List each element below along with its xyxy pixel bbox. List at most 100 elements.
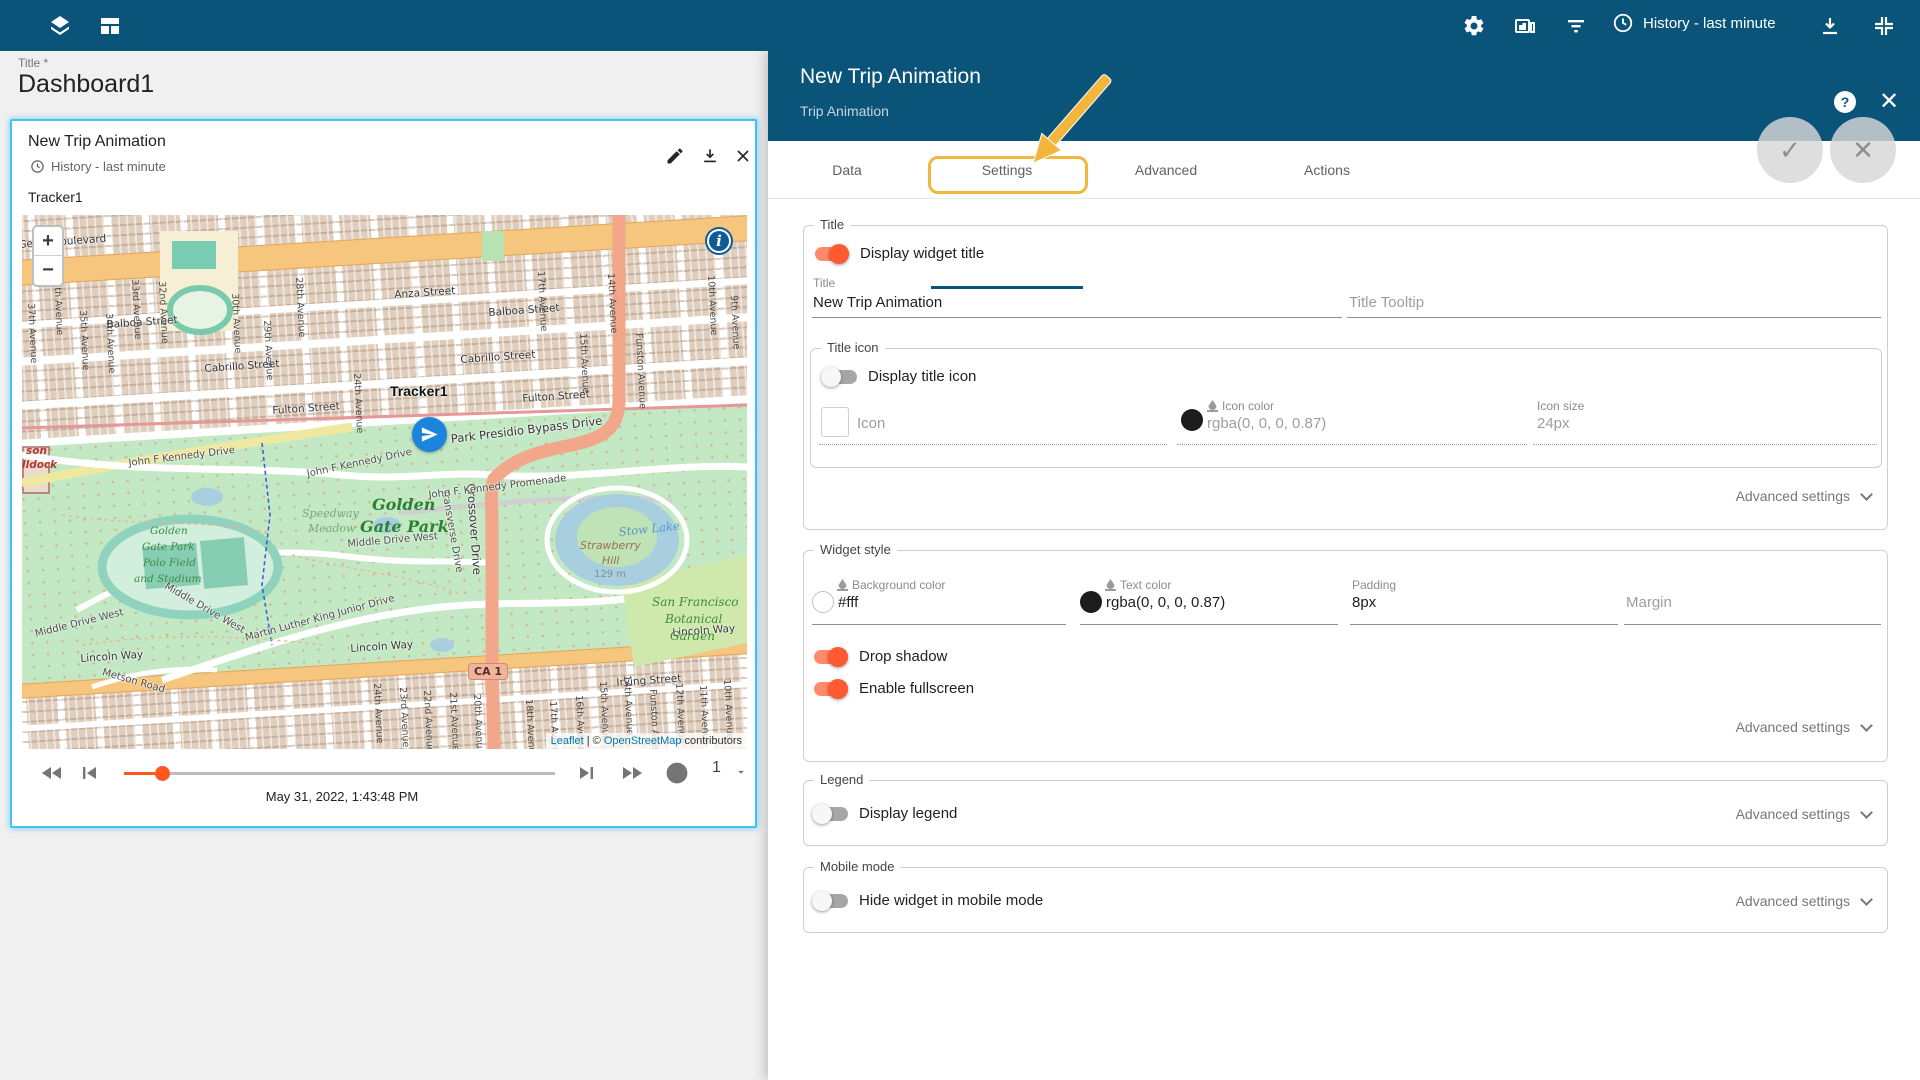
map[interactable]: Geary BoulevardAnza StreetBalboa StreetB…	[22, 215, 747, 749]
trip-animation-widget[interactable]: New Trip Animation History - last minute…	[10, 119, 757, 828]
title-field-value[interactable]: New Trip Animation	[813, 294, 942, 311]
download-icon[interactable]	[1818, 14, 1842, 38]
timeline-slider[interactable]	[124, 763, 555, 783]
send-icon	[420, 425, 439, 444]
settings-gear-icon[interactable]	[1462, 14, 1486, 38]
skip-next-icon[interactable]	[575, 761, 599, 785]
widget-datasource-label: Tracker1	[28, 189, 83, 205]
check-icon: ✓	[1779, 135, 1801, 166]
osm-link[interactable]: OpenStreetMap	[604, 735, 682, 747]
mobile-mode-legend: Mobile mode	[814, 859, 900, 874]
enable-fullscreen-label: Enable fullscreen	[859, 680, 974, 697]
drop-shadow-toggle[interactable]	[812, 647, 848, 667]
skip-previous-icon[interactable]	[77, 761, 101, 785]
tab-settings[interactable]: Settings	[932, 141, 1082, 199]
icon-size-value[interactable]: 24px	[1537, 415, 1570, 432]
entities-icon[interactable]	[1513, 14, 1537, 38]
title-icon-legend: Title icon	[821, 340, 885, 355]
title-tooltip-input[interactable]: Title Tooltip	[1349, 294, 1424, 311]
padding-value[interactable]: 8px	[1352, 594, 1376, 611]
speed-dropdown-icon[interactable]	[734, 765, 748, 784]
text-color-value[interactable]: rgba(0, 0, 0, 0.87)	[1106, 594, 1225, 611]
icon-color-value[interactable]: rgba(0, 0, 0, 0.87)	[1207, 415, 1326, 432]
icon-color-swatch[interactable]	[1181, 409, 1203, 431]
display-title-icon-label: Display title icon	[868, 368, 976, 385]
icon-size-underline	[1533, 444, 1877, 445]
title-field-underline	[812, 317, 1342, 318]
tab-bar: Data Settings Advanced Actions	[768, 141, 1920, 199]
apply-fab-button[interactable]: ✓	[1757, 117, 1823, 183]
zoom-in-button[interactable]: +	[34, 227, 62, 256]
close-drawer-button[interactable]: ✕	[1876, 89, 1902, 115]
map-attribution: Leaflet | © OpenStreetMap contributors	[546, 733, 747, 749]
dashboard-title-input[interactable]: Dashboard1	[18, 70, 154, 99]
hide-widget-mobile-label: Hide widget in mobile mode	[859, 892, 1043, 909]
map-label: 129 m	[594, 569, 626, 580]
background-color-value[interactable]: #fff	[838, 594, 858, 611]
timewindow-label: History - last minute	[1643, 15, 1776, 32]
icon-field[interactable]: Icon	[857, 415, 885, 432]
map-label: lldock	[22, 459, 57, 471]
help-button[interactable]: ?	[1834, 91, 1856, 113]
filter-icon[interactable]	[1564, 14, 1588, 38]
legend-section: Legend Display legend Advanced settings	[803, 780, 1888, 846]
map-label: Meadow	[308, 522, 355, 535]
close-widget-icon[interactable]	[733, 146, 753, 166]
top-toolbar: History - last minute	[0, 0, 1920, 51]
fast-forward-icon[interactable]	[620, 761, 644, 785]
mobile-advanced-settings[interactable]: Advanced settings	[1736, 893, 1871, 909]
help-icon: ?	[1841, 94, 1850, 110]
tracker-map-label: Tracker1	[390, 383, 448, 399]
color-fill-icon	[1105, 579, 1116, 591]
background-color-label: Background color	[837, 578, 945, 592]
layers-icon[interactable]	[48, 14, 72, 38]
tab-actions[interactable]: Actions	[1252, 141, 1402, 199]
slider-thumb[interactable]	[155, 766, 170, 781]
color-fill-icon	[837, 579, 848, 591]
enable-fullscreen-toggle[interactable]	[812, 679, 848, 699]
cancel-fab-button[interactable]: ✕	[1830, 117, 1896, 183]
fast-rewind-icon[interactable]	[40, 761, 64, 785]
zoom-out-button[interactable]: −	[34, 256, 62, 285]
map-label: Gate Park	[142, 541, 195, 553]
leaflet-link[interactable]: Leaflet	[551, 735, 584, 747]
dashboards-icon[interactable]	[98, 14, 122, 38]
drawer-header: New Trip Animation Trip Animation ? ✕	[768, 51, 1920, 141]
widget-download-icon[interactable]	[700, 146, 720, 166]
display-legend-toggle[interactable]	[812, 804, 848, 824]
dashboard-area: Title * Dashboard1 New Trip Animation Hi…	[0, 51, 768, 1080]
text-color-swatch[interactable]	[1080, 591, 1102, 613]
map-label: Polo Field	[143, 557, 196, 569]
tooltip-field-underline	[1347, 317, 1881, 318]
info-icon: i	[716, 232, 722, 250]
style-advanced-settings[interactable]: Advanced settings	[1736, 719, 1871, 735]
attribution-separator: | ©	[584, 735, 604, 747]
edit-widget-icon[interactable]	[665, 146, 685, 166]
bg-underline	[812, 624, 1066, 625]
display-legend-label: Display legend	[859, 805, 957, 822]
exit-fullscreen-icon[interactable]	[1872, 14, 1896, 38]
padding-label: Padding	[1352, 578, 1396, 592]
margin-input[interactable]: Margin	[1626, 594, 1672, 611]
background-color-swatch[interactable]	[812, 591, 834, 613]
tab-advanced[interactable]: Advanced	[1091, 141, 1241, 199]
cancel-icon: ✕	[1852, 135, 1874, 166]
chevron-down-icon	[1860, 719, 1873, 732]
tab-data[interactable]: Data	[772, 141, 922, 199]
widget-timewindow[interactable]: History - last minute	[30, 159, 166, 174]
map-info-button[interactable]: i	[705, 227, 733, 255]
hide-widget-mobile-toggle[interactable]	[812, 891, 848, 911]
display-widget-title-toggle[interactable]	[813, 244, 849, 264]
title-icon-section: Title icon Display title icon Icon Icon …	[810, 348, 1882, 468]
display-title-icon-toggle[interactable]	[821, 367, 857, 387]
close-icon: ✕	[1879, 88, 1899, 115]
play-circle-icon[interactable]	[665, 761, 689, 785]
legend-advanced-settings[interactable]: Advanced settings	[1736, 806, 1871, 822]
tracker-marker[interactable]	[412, 417, 447, 452]
playback-speed-value[interactable]: 1	[712, 759, 721, 777]
widget-timewindow-label: History - last minute	[51, 159, 166, 174]
timewindow-button[interactable]: History - last minute	[1612, 12, 1776, 34]
legend-section-legend: Legend	[814, 772, 869, 787]
icon-picker-box[interactable]	[821, 407, 849, 437]
title-advanced-settings[interactable]: Advanced settings	[1736, 488, 1871, 504]
